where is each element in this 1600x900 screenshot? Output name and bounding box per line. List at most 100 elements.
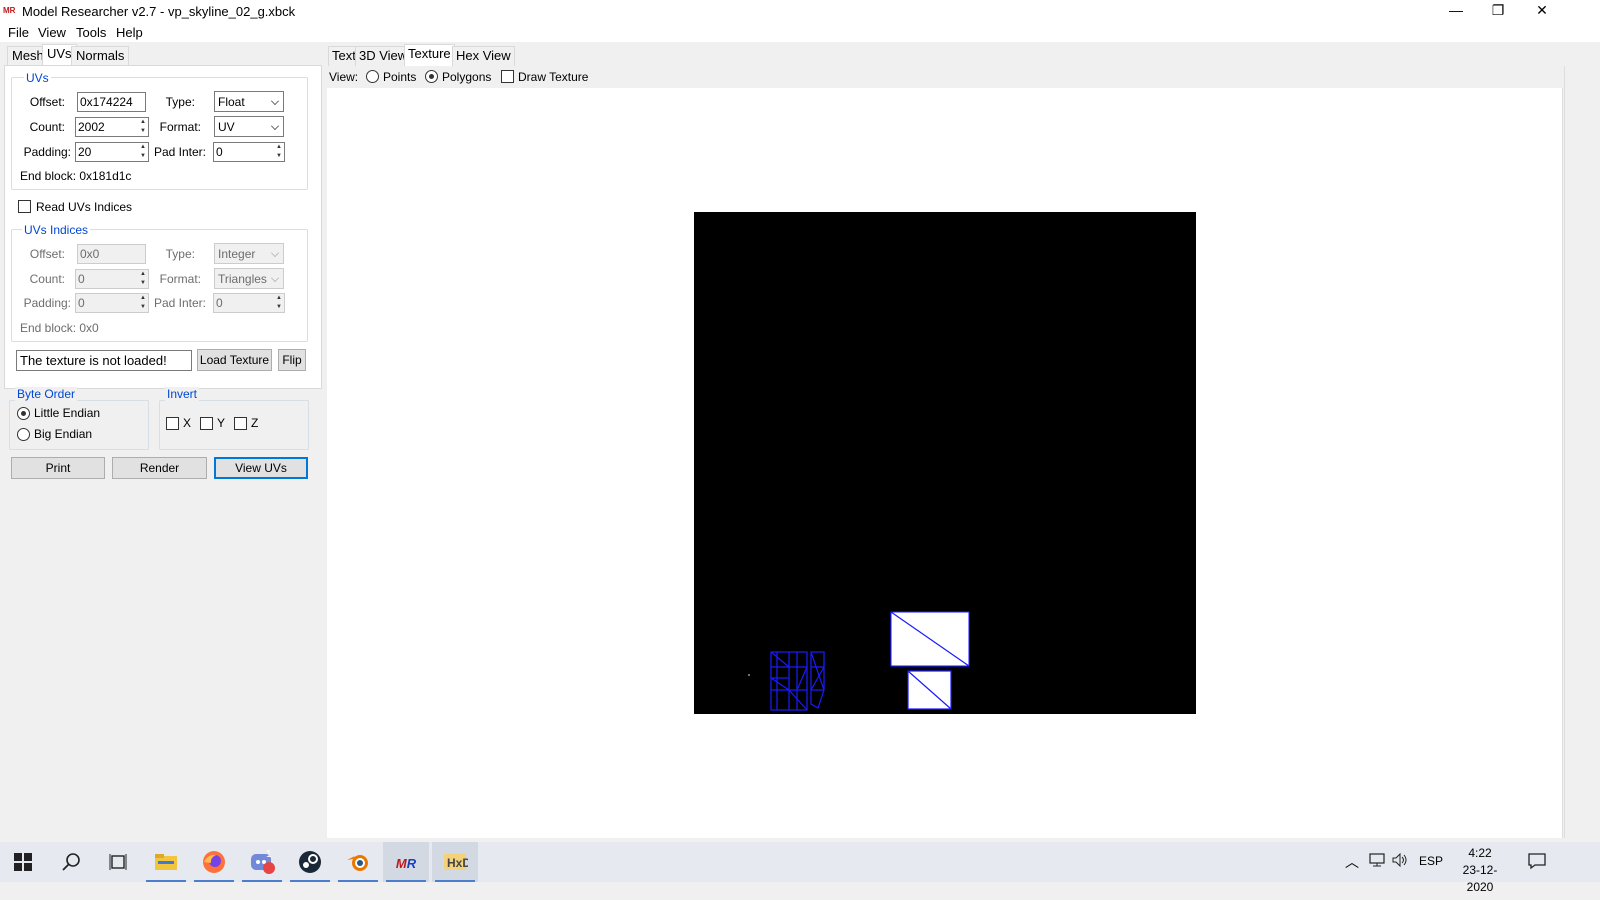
byte-order-title: Byte Order — [15, 387, 78, 401]
invert-z-checkbox[interactable] — [234, 417, 247, 430]
indices-pad-inter-label: Pad Inter: — [153, 296, 206, 310]
tab-3d-view[interactable]: 3D View — [355, 46, 412, 66]
print-button[interactable]: Print — [11, 457, 105, 479]
uv-indices-group-title: UVs Indices — [22, 223, 91, 237]
uv-polygon — [810, 651, 825, 709]
uv-offset-input[interactable]: 0x174224 — [77, 92, 146, 112]
chevron-down-icon — [271, 122, 279, 130]
polygons-label: Polygons — [442, 70, 492, 84]
draw-texture-label: Draw Texture — [518, 70, 589, 84]
draw-texture-checkbox[interactable] — [501, 70, 514, 83]
menu-help[interactable]: Help — [116, 25, 143, 40]
format-label: Format: — [159, 120, 201, 134]
little-endian-radio[interactable] — [17, 407, 30, 420]
indices-offset-input[interactable]: 0x0 — [77, 244, 146, 264]
notifications-icon[interactable] — [1528, 852, 1546, 873]
indices-padding-spinner[interactable]: ▲ ▼ — [138, 294, 148, 312]
big-endian-radio[interactable] — [17, 428, 30, 441]
uv-edge — [770, 677, 790, 691]
indices-offset-label: Offset: — [29, 247, 65, 261]
invert-y-checkbox[interactable] — [200, 417, 213, 430]
discord-badge: 1 — [266, 849, 272, 860]
close-button[interactable]: ✕ — [1520, 0, 1564, 22]
search-icon[interactable] — [48, 842, 94, 882]
title-bar: MR Model Researcher v2.7 - vp_skyline_02… — [0, 0, 1600, 22]
uv-format-select[interactable]: UV — [214, 116, 284, 137]
invert-z-label: Z — [251, 416, 259, 430]
uv-edge — [796, 666, 808, 691]
flip-button[interactable]: Flip — [278, 349, 306, 371]
file-explorer-icon[interactable] — [143, 842, 189, 882]
system-clock[interactable]: 4:22 23-12-2020 — [1450, 845, 1510, 896]
indices-count-spinner[interactable]: ▲ ▼ — [138, 270, 148, 288]
polygons-radio[interactable] — [425, 70, 438, 83]
uv-type-value: Float — [218, 95, 245, 109]
points-label: Points — [383, 70, 417, 84]
indices-end-block: End block: 0x0 — [20, 321, 99, 335]
indices-pad-inter-spinner[interactable]: ▲ ▼ — [274, 294, 284, 312]
uv-pad-inter-spinner[interactable]: ▲ ▼ — [274, 143, 284, 161]
windows-start-icon[interactable] — [0, 842, 46, 882]
indices-type-select[interactable]: Integer — [214, 243, 284, 264]
tab-normals[interactable]: Normals — [71, 46, 130, 66]
chevron-down-icon — [271, 97, 279, 105]
view-uvs-button[interactable]: View UVs — [214, 457, 308, 479]
uv-wireframe — [748, 611, 970, 711]
indices-padding-label: Padding: — [23, 296, 71, 310]
clock-time: 4:22 — [1468, 846, 1492, 860]
restore-button[interactable]: ❐ — [1476, 0, 1520, 22]
vertical-scrollbar[interactable] — [1564, 66, 1565, 838]
load-texture-button[interactable]: Load Texture — [197, 349, 272, 371]
hex-editor-icon[interactable]: HxD — [432, 842, 478, 882]
view-label: View: — [329, 70, 359, 84]
language-indicator[interactable]: ESP — [1419, 854, 1443, 868]
invert-x-label: X — [183, 416, 192, 430]
firefox-icon[interactable] — [191, 842, 237, 882]
type-label: Type: — [165, 95, 195, 109]
points-radio[interactable] — [366, 70, 379, 83]
chevron-down-icon — [271, 274, 279, 282]
pad-inter-label: Pad Inter: — [153, 145, 206, 159]
uv-edge — [788, 689, 808, 711]
indices-format-value: Triangles — [218, 272, 267, 286]
offset-label: Offset: — [29, 95, 65, 109]
menu-tools[interactable]: Tools — [76, 25, 106, 40]
read-uv-indices-label: Read UVs Indices — [36, 200, 133, 214]
minimize-button[interactable]: — — [1434, 0, 1478, 22]
uv-texture-view[interactable] — [694, 212, 1196, 714]
discord-icon[interactable]: 1 — [239, 842, 285, 882]
menu-file[interactable]: File — [8, 25, 29, 40]
indices-format-select[interactable]: Triangles — [214, 268, 284, 289]
uv-padding-spinner[interactable]: ▲ ▼ — [138, 143, 148, 161]
little-endian-label: Little Endian — [34, 406, 101, 420]
invert-y-label: Y — [217, 416, 226, 430]
steam-icon[interactable] — [287, 842, 333, 882]
uv-edge — [770, 651, 790, 668]
volume-icon[interactable] — [1392, 852, 1408, 870]
texture-status-field[interactable]: The texture is not loaded! — [16, 350, 192, 371]
read-uv-indices-checkbox[interactable] — [18, 200, 31, 213]
uv-format-value: UV — [218, 120, 235, 134]
uv-type-select[interactable]: Float — [214, 91, 284, 112]
window-title: Model Researcher v2.7 - vp_skyline_02_g.… — [22, 4, 296, 19]
task-view-icon[interactable] — [95, 842, 141, 882]
tab-hex-view[interactable]: Hex View — [452, 46, 515, 66]
count-label: Count: — [29, 120, 65, 134]
tab-texture[interactable]: Texture — [404, 44, 455, 66]
invert-x-checkbox[interactable] — [166, 417, 179, 430]
invert-title: Invert — [165, 387, 200, 401]
model-researcher-icon[interactable]: MR — [383, 842, 429, 882]
app-logo-icon: MR — [3, 6, 16, 15]
render-button[interactable]: Render — [112, 457, 207, 479]
indices-type-value: Integer — [218, 247, 256, 261]
show-hidden-icons-chevron-icon[interactable]: ︿ — [1345, 852, 1359, 872]
uv-count-spinner[interactable]: ▲ ▼ — [138, 118, 148, 136]
uvs-group-title: UVs — [24, 71, 51, 85]
menu-view[interactable]: View — [38, 25, 66, 40]
padding-label: Padding: — [23, 145, 71, 159]
indices-count-label: Count: — [29, 272, 65, 286]
view-options-bar: View: Points Polygons Draw Texture — [326, 66, 1564, 88]
network-icon[interactable] — [1369, 853, 1385, 870]
blender-icon[interactable] — [335, 842, 381, 882]
big-endian-label: Big Endian — [34, 427, 93, 441]
